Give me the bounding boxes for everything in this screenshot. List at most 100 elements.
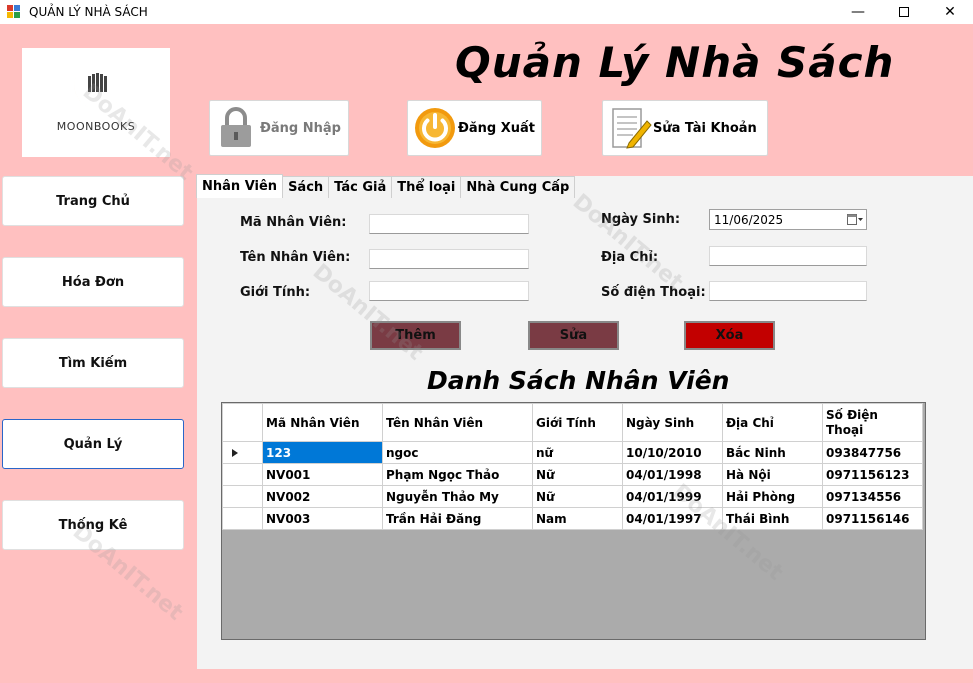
- management-panel: Nhân Viên Sách Tác Giả Thể loại Nhà Cung…: [196, 174, 973, 669]
- column-header[interactable]: Số Điện Thoại: [822, 403, 923, 442]
- logo: MOONBOOKS: [22, 48, 170, 157]
- table-cell[interactable]: 04/01/1999: [622, 485, 723, 508]
- column-header[interactable]: Giới Tính: [532, 403, 623, 442]
- column-header[interactable]: Tên Nhân Viên: [382, 403, 533, 442]
- current-row-arrow-icon: [232, 448, 238, 457]
- list-title: Danh Sách Nhân Viên: [427, 366, 730, 395]
- sidebar-item-search[interactable]: Tìm Kiếm: [2, 338, 184, 388]
- table-cell[interactable]: Nam: [532, 507, 623, 530]
- logout-label: Đăng Xuất: [458, 120, 536, 136]
- tab-authors[interactable]: Tác Giả: [328, 176, 393, 198]
- close-icon: ✕: [944, 4, 956, 20]
- table-cell[interactable]: 04/01/1997: [622, 507, 723, 530]
- page-title: Quản Lý Nhà Sách: [455, 38, 895, 87]
- employee-name-input[interactable]: [369, 249, 529, 269]
- column-header[interactable]: Mã Nhân Viên: [262, 403, 383, 442]
- row-header[interactable]: [222, 485, 263, 508]
- table-cell[interactable]: Nữ: [532, 463, 623, 486]
- table-cell[interactable]: NV001: [262, 463, 383, 486]
- window-titlebar: QUẢN LÝ NHÀ SÁCH — ✕: [0, 0, 973, 24]
- employee-id-input[interactable]: [369, 214, 529, 234]
- tab-bar: Nhân Viên Sách Tác Giả Thể loại Nhà Cung…: [196, 174, 576, 198]
- phone-label: Số điện Thoại:: [601, 285, 706, 300]
- table-cell[interactable]: NV002: [262, 485, 383, 508]
- table-cell[interactable]: 0971156146: [822, 507, 923, 530]
- sidebar-item-home[interactable]: Trang Chủ: [2, 176, 184, 226]
- calendar-dropdown-icon[interactable]: [847, 213, 863, 226]
- minimize-button[interactable]: —: [835, 0, 881, 24]
- table-row[interactable]: 123 ngoc nữ 10/10/2010 Bắc Ninh 09384775…: [222, 441, 923, 464]
- table-row[interactable]: NV001 Phạm Ngọc Thảo Nữ 04/01/1998 Hà Nộ…: [222, 463, 923, 486]
- table-cell[interactable]: Hà Nội: [722, 463, 823, 486]
- close-button[interactable]: ✕: [927, 0, 973, 24]
- birth-date-picker[interactable]: 11/06/2025: [709, 209, 867, 230]
- table-header-row: Mã Nhân Viên Tên Nhân Viên Giới Tính Ngà…: [222, 403, 923, 442]
- row-header[interactable]: [222, 441, 263, 464]
- table-cell[interactable]: 123: [262, 441, 383, 464]
- sidebar-item-label: Trang Chủ: [56, 193, 130, 209]
- minimize-icon: —: [851, 4, 865, 20]
- phone-input[interactable]: [709, 281, 867, 301]
- address-label: Địa Chỉ:: [601, 250, 659, 265]
- table-cell[interactable]: 10/10/2010: [622, 441, 723, 464]
- table-cell[interactable]: Bắc Ninh: [722, 441, 823, 464]
- table-row[interactable]: NV003 Trần Hải Đăng Nam 04/01/1997 Thái …: [222, 507, 923, 530]
- address-input[interactable]: [709, 246, 867, 266]
- sidebar-item-label: Thống Kê: [58, 517, 128, 533]
- sidebar-item-manage[interactable]: Quản Lý: [2, 419, 184, 469]
- tab-categories[interactable]: Thể loại: [391, 176, 462, 198]
- table-cell[interactable]: Trần Hải Đăng: [382, 507, 533, 530]
- lock-icon: [221, 107, 251, 147]
- row-header[interactable]: [222, 463, 263, 486]
- window-title: QUẢN LÝ NHÀ SÁCH: [29, 5, 148, 19]
- logo-text: MOONBOOKS: [56, 120, 136, 133]
- gender-label: Giới Tính:: [240, 285, 311, 300]
- sidebar-item-label: Tìm Kiếm: [58, 355, 128, 371]
- employee-grid[interactable]: Mã Nhân Viên Tên Nhân Viên Giới Tính Ngà…: [221, 402, 926, 640]
- table-cell[interactable]: nữ: [532, 441, 623, 464]
- column-header[interactable]: Ngày Sinh: [622, 403, 723, 442]
- table-cell[interactable]: Phạm Ngọc Thảo: [382, 463, 533, 486]
- add-button[interactable]: Thêm: [370, 321, 461, 350]
- table-cell[interactable]: 093847756: [822, 441, 923, 464]
- table-cell[interactable]: 097134556: [822, 485, 923, 508]
- row-header[interactable]: [222, 507, 263, 530]
- table-cell[interactable]: Nữ: [532, 485, 623, 508]
- logout-button[interactable]: Đăng Xuất: [407, 100, 542, 156]
- sidebar-item-statistics[interactable]: Thống Kê: [2, 500, 184, 550]
- table-cell[interactable]: Hải Phòng: [722, 485, 823, 508]
- table-cell[interactable]: Nguyễn Thảo My: [382, 485, 533, 508]
- edit-document-icon: [612, 108, 652, 149]
- delete-button[interactable]: Xóa: [684, 321, 775, 350]
- table-cell[interactable]: Thái Bình: [722, 507, 823, 530]
- maximize-button[interactable]: [881, 0, 927, 24]
- app-icon: [7, 5, 21, 19]
- table-cell[interactable]: ngoc: [382, 441, 533, 464]
- table-row[interactable]: NV002 Nguyễn Thảo My Nữ 04/01/1999 Hải P…: [222, 485, 923, 508]
- login-button[interactable]: Đăng Nhập: [209, 100, 349, 156]
- gender-input[interactable]: [369, 281, 529, 301]
- sidebar-item-invoice[interactable]: Hóa Đơn: [2, 257, 184, 307]
- employee-name-label: Tên Nhân Viên:: [240, 250, 351, 265]
- table-cell[interactable]: NV003: [262, 507, 383, 530]
- edit-account-label: Sửa Tài Khoản: [653, 120, 757, 136]
- edit-button[interactable]: Sửa: [528, 321, 619, 350]
- maximize-icon: [899, 7, 909, 17]
- table-cell[interactable]: 04/01/1998: [622, 463, 723, 486]
- moon-book-logo-icon: [74, 72, 120, 110]
- power-icon: [415, 108, 455, 148]
- sidebar-item-label: Quản Lý: [63, 436, 123, 452]
- employee-id-label: Mã Nhân Viên:: [240, 215, 347, 230]
- employee-table: Mã Nhân Viên Tên Nhân Viên Giới Tính Ngà…: [222, 403, 923, 530]
- edit-account-button[interactable]: Sửa Tài Khoản: [602, 100, 768, 156]
- tab-suppliers[interactable]: Nhà Cung Cấp: [460, 176, 576, 198]
- sidebar-item-label: Hóa Đơn: [61, 274, 125, 290]
- table-cell[interactable]: 0971156123: [822, 463, 923, 486]
- row-header-corner: [222, 403, 263, 442]
- login-label: Đăng Nhập: [260, 120, 341, 136]
- tab-books[interactable]: Sách: [282, 176, 330, 198]
- tab-employees[interactable]: Nhân Viên: [196, 174, 284, 198]
- birth-date-label: Ngày Sinh:: [601, 212, 681, 227]
- column-header[interactable]: Địa Chỉ: [722, 403, 823, 442]
- birth-date-value: 11/06/2025: [714, 212, 784, 227]
